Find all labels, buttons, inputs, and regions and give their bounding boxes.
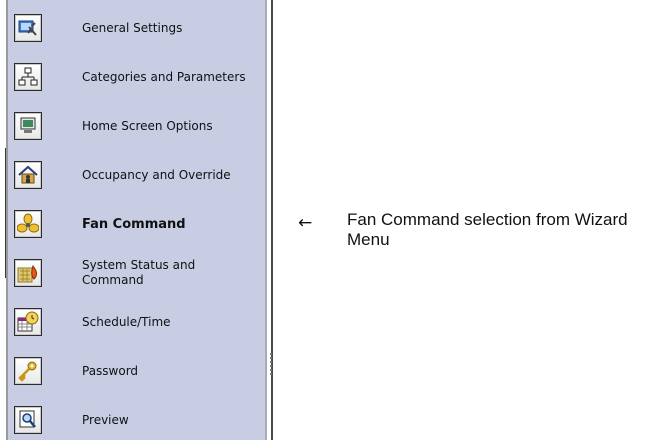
menu-item-categories-parameters[interactable]: Categories and Parameters <box>14 59 264 95</box>
menu-item-label: Occupancy and Override <box>82 167 231 182</box>
calendar-clock-icon <box>14 308 42 336</box>
window-edge <box>0 0 9 440</box>
tools-icon <box>14 14 42 42</box>
hierarchy-icon <box>14 63 42 91</box>
menu-item-system-status-command[interactable]: System Status and Command <box>14 255 264 291</box>
menu-item-label: Preview <box>82 412 129 427</box>
menu-item-label: Home Screen Options <box>82 118 213 133</box>
menu-item-fan-command[interactable]: Fan Command <box>14 206 264 242</box>
fan-icon <box>14 210 42 238</box>
menu-item-label: General Settings <box>82 20 183 35</box>
menu-item-schedule-time[interactable]: Schedule/Time <box>14 304 264 340</box>
pointer-arrow: ← <box>298 213 313 233</box>
menu-item-general-settings[interactable]: General Settings <box>14 10 264 46</box>
house-icon <box>14 161 42 189</box>
menu-item-label: System Status and Command <box>82 258 196 287</box>
menu-item-label: Fan Command <box>82 216 186 232</box>
menu-item-label: Categories and Parameters <box>82 69 246 84</box>
flame-icon <box>14 259 42 287</box>
splitter-grip[interactable] <box>270 353 272 375</box>
annotation-caption: Fan Command selection from Wizard Menu <box>347 210 628 249</box>
menu-item-home-screen-options[interactable]: Home Screen Options <box>14 108 264 144</box>
menu-item-password[interactable]: Password <box>14 353 264 389</box>
key-icon <box>14 357 42 385</box>
magnifier-icon <box>14 406 42 434</box>
menu-item-occupancy-override[interactable]: Occupancy and Override <box>14 157 264 193</box>
monitor-icon <box>14 112 42 140</box>
menu-item-label: Password <box>82 363 139 378</box>
menu-item-label: Schedule/Time <box>82 314 171 329</box>
menu-item-preview[interactable]: Preview <box>14 402 264 438</box>
